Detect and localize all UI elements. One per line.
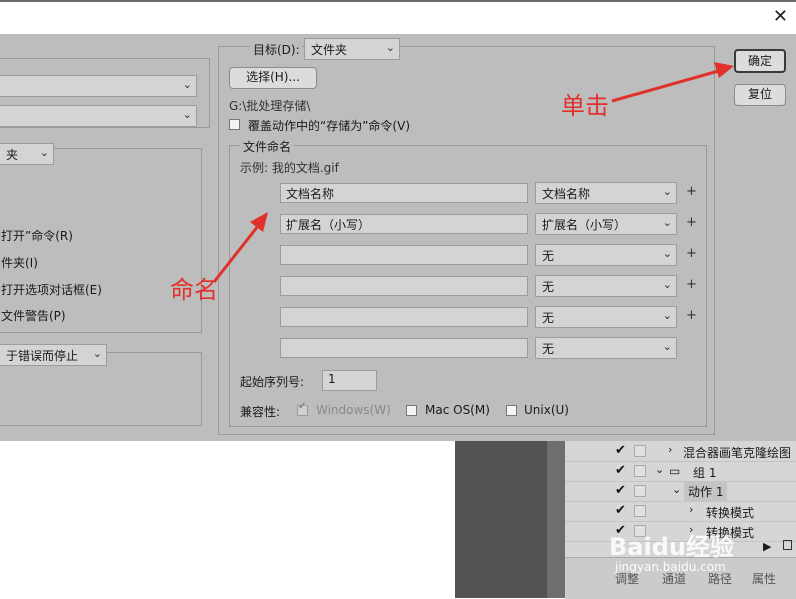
action-row[interactable]: ✔ › 混合器画笔克隆绘图 — [565, 441, 796, 462]
folder-icon: ▭ — [669, 464, 681, 478]
chevron-right-icon: › — [689, 503, 694, 516]
checkmark-icon: ✔ — [615, 463, 626, 478]
watermark-logo: Baidu经验 — [609, 533, 734, 561]
arrow-to-ok-icon — [611, 62, 734, 103]
arrow-to-naming-icon — [212, 212, 268, 283]
checkmark-icon: ✔ — [615, 443, 626, 458]
action-row-label: 转换模式 — [706, 506, 755, 520]
dialog-toggle-icon — [634, 505, 646, 517]
action-row[interactable]: ✔ ⌄ ▭ 组 1 — [565, 461, 796, 482]
chevron-right-icon: › — [668, 443, 673, 456]
chevron-down-icon: ⌄ — [672, 483, 682, 496]
action-row-label: 组 1 — [693, 466, 717, 480]
panel-controls: ▶ — [725, 540, 796, 556]
chevron-down-icon: ⌄ — [655, 463, 665, 476]
watermark-url: jingyan.baidu.com — [615, 560, 726, 574]
action-row-label: 混合器画笔克隆绘图 — [683, 446, 792, 460]
actions-panel: ✔ › 混合器画笔克隆绘图 ✔ ⌄ ▭ 组 1 ✔ ⌄ 动作 1 ✔ › 转换模… — [565, 441, 796, 599]
play-icon[interactable]: ▶ — [763, 540, 771, 553]
new-action-icon[interactable] — [783, 540, 792, 550]
action-row[interactable]: ✔ ⌄ 动作 1 — [565, 481, 796, 502]
dialog-toggle-icon — [634, 465, 646, 477]
action-row[interactable]: ✔ › 转换模式 — [565, 501, 796, 522]
dialog-toggle-icon — [634, 445, 646, 457]
checkmark-icon: ✔ — [615, 483, 626, 498]
panel-divider — [547, 441, 565, 598]
action-row-label: 动作 1 — [684, 482, 728, 501]
dialog-toggle-icon — [634, 485, 646, 497]
canvas-area — [455, 441, 547, 598]
tab-properties[interactable]: 属性 — [752, 570, 776, 587]
checkmark-icon: ✔ — [615, 503, 626, 518]
